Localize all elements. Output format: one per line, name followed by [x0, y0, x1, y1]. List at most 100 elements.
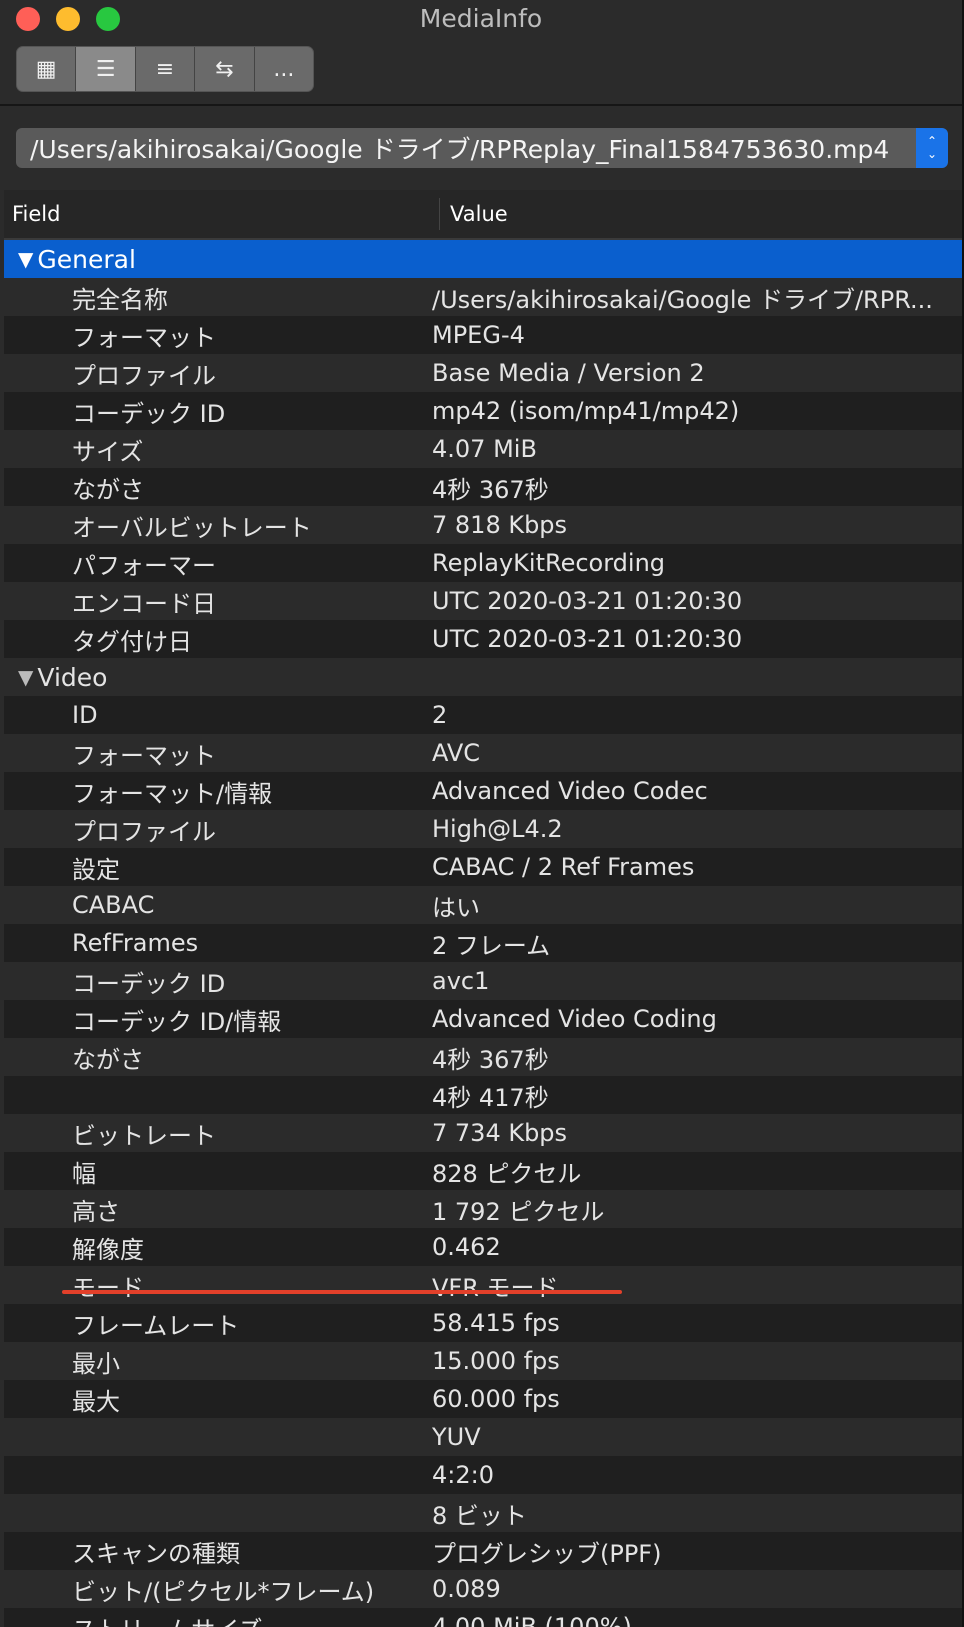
table-row[interactable]: 最小 15.000 fps	[4, 1342, 962, 1380]
value-cell: avc1	[432, 967, 490, 995]
view-mode-toolbar: ▦ ☰ ≡ ⇆ ...	[16, 46, 314, 92]
table-row[interactable]: フォーマット MPEG-4	[4, 316, 962, 354]
field-cell: エンコード日	[72, 589, 216, 618]
more-view-button[interactable]: ...	[255, 47, 313, 91]
value-cell: Advanced Video Coding	[432, 1005, 717, 1033]
table-row[interactable]: エンコード日 UTC 2020-03-21 01:20:30	[4, 582, 962, 620]
section-row-video[interactable]: ▼ Video	[4, 658, 962, 696]
ellipsis-icon: ...	[273, 56, 295, 82]
table-row[interactable]: 解像度 0.462	[4, 1228, 962, 1266]
table-row[interactable]: RefFrames 2 フレーム	[4, 924, 962, 962]
table-row[interactable]: タグ付け日 UTC 2020-03-21 01:20:30	[4, 620, 962, 658]
table-row[interactable]: 4:2:0	[4, 1456, 962, 1494]
table-row[interactable]: コーデック ID avc1	[4, 962, 962, 1000]
value-cell: 2 フレーム	[432, 931, 551, 960]
field-cell: ビットレート	[72, 1121, 216, 1150]
info-table: Field Value ▼ General 完全名称/Users/akihirosa…	[4, 190, 962, 1627]
lines-icon: ≡	[155, 56, 175, 82]
field-cell: フォーマット	[72, 741, 216, 770]
disclosure-triangle-icon[interactable]: ▼	[18, 247, 33, 271]
value-cell: High@L4.2	[432, 815, 563, 843]
value-cell: YUV	[432, 1423, 481, 1451]
field-cell: パフォーマー	[72, 551, 216, 580]
value-cell: 828 ピクセル	[432, 1159, 582, 1188]
field-cell: ID	[72, 701, 98, 729]
grid-icon: ▦	[35, 56, 57, 82]
table-row[interactable]: 設定 CABAC / 2 Ref Frames	[4, 848, 962, 886]
table-row[interactable]: ながさ 4秒 367秒	[4, 468, 962, 506]
tree-view-button[interactable]: ☰	[76, 47, 136, 91]
table-row[interactable]: 完全名称/Users/akihirosakai/Google ドライブ/RPR.…	[4, 278, 962, 316]
field-cell: CABAC	[72, 891, 155, 919]
compare-view-button[interactable]: ⇆	[195, 47, 255, 91]
value-cell: ReplayKitRecording	[432, 549, 666, 577]
field-cell: コーデック ID/情報	[72, 1007, 282, 1036]
section-row-general[interactable]: ▼ General	[4, 240, 962, 278]
table-row[interactable]: フォーマット/情報 Advanced Video Codec	[4, 772, 962, 810]
value-cell: VFR モード	[432, 1273, 559, 1302]
field-column-header[interactable]: Field	[4, 198, 440, 230]
table-row[interactable]: 最大 60.000 fps	[4, 1380, 962, 1418]
table-row[interactable]: プロファイル High@L4.2	[4, 810, 962, 848]
table-row[interactable]: ビット/(ピクセル*フレーム) 0.089	[4, 1570, 962, 1608]
value-cell: /Users/akihirosakai/Google ドライブ/RPR...	[432, 285, 933, 314]
value-cell: 1 792 ピクセル	[432, 1197, 605, 1226]
table-row[interactable]: ストリームサイズ4.00 MiB (100%)	[4, 1608, 962, 1627]
value-cell: 60.000 fps	[432, 1385, 560, 1413]
value-cell: 4秒 367秒	[432, 1045, 549, 1074]
table-row[interactable]: YUV	[4, 1418, 962, 1456]
field-cell: 解像度	[72, 1235, 144, 1264]
toolbar-divider	[0, 104, 962, 106]
popup-chevron-icon[interactable]: ⌃ ⌄	[916, 128, 948, 168]
field-cell: プロファイル	[72, 361, 216, 390]
value-cell: 4秒 367秒	[432, 475, 549, 504]
table-row[interactable]: 4秒 417秒	[4, 1076, 962, 1114]
value-column-header[interactable]: Value	[440, 202, 508, 226]
value-cell: 2	[432, 701, 448, 729]
field-cell: 最小	[72, 1349, 120, 1378]
text-view-button[interactable]: ≡	[136, 47, 196, 91]
field-cell: フォーマット	[72, 323, 216, 352]
table-row[interactable]: 高さ 1 792 ピクセル	[4, 1190, 962, 1228]
table-row[interactable]: ながさ 4秒 367秒	[4, 1038, 962, 1076]
field-cell: ながさ	[72, 475, 144, 504]
field-cell: 設定	[72, 855, 120, 884]
field-cell: 最大	[72, 1387, 120, 1416]
value-cell: プログレシッブ(PPF)	[432, 1539, 662, 1568]
table-row[interactable]: スキャンの種類 プログレシッブ(PPF)	[4, 1532, 962, 1570]
value-cell: 7 818 Kbps	[432, 511, 568, 539]
table-row[interactable]: 幅 828 ピクセル	[4, 1152, 962, 1190]
red-annotation-underline	[62, 1290, 622, 1294]
table-row[interactable]: フレームレート 58.415 fps	[4, 1304, 962, 1342]
table-row[interactable]: CABAC はい	[4, 886, 962, 924]
value-cell: MPEG-4	[432, 321, 525, 349]
tree-list-icon: ☰	[95, 56, 116, 82]
value-cell: 58.415 fps	[432, 1309, 560, 1337]
table-row[interactable]: パフォーマー ReplayKitRecording	[4, 544, 962, 582]
field-cell: モード	[72, 1273, 144, 1302]
value-cell: 0.089	[432, 1575, 501, 1603]
table-row[interactable]: コーデック ID mp42 (isom/mp41/mp42)	[4, 392, 962, 430]
table-row[interactable]: モード VFR モード	[4, 1266, 962, 1304]
table-body: ▼ General 完全名称/Users/akihirosakai/Google ド…	[4, 240, 962, 1627]
value-cell: Base Media / Version 2	[432, 359, 705, 387]
table-row[interactable]: オーバルビットレート 7 818 Kbps	[4, 506, 962, 544]
table-row[interactable]: フォーマット AVC	[4, 734, 962, 772]
field-cell: 高さ	[72, 1197, 120, 1226]
field-cell: ストリームサイズ	[4, 1610, 432, 1627]
grid-view-button[interactable]: ▦	[17, 47, 77, 91]
mediainfo-window: MediaInfo ▦ ☰ ≡ ⇆ ... /Users/akihirosaka…	[0, 0, 964, 1627]
table-row[interactable]: プロファイル Base Media / Version 2	[4, 354, 962, 392]
title-bar: MediaInfo	[0, 0, 962, 40]
field-cell: RefFrames	[72, 929, 199, 957]
table-row[interactable]: ID 2	[4, 696, 962, 734]
disclosure-triangle-icon[interactable]: ▼	[18, 665, 33, 689]
value-cell: 15.000 fps	[432, 1347, 560, 1375]
table-row[interactable]: サイズ 4.07 MiB	[4, 430, 962, 468]
field-cell: スキャンの種類	[72, 1539, 240, 1568]
section-label: ▼ Video	[4, 663, 107, 692]
table-row[interactable]: ビットレート 7 734 Kbps	[4, 1114, 962, 1152]
table-row[interactable]: 8 ビット	[4, 1494, 962, 1532]
file-select-popup[interactable]: /Users/akihirosakai/Google ドライブ/RPReplay…	[16, 128, 948, 168]
table-row[interactable]: コーデック ID/情報 Advanced Video Coding	[4, 1000, 962, 1038]
